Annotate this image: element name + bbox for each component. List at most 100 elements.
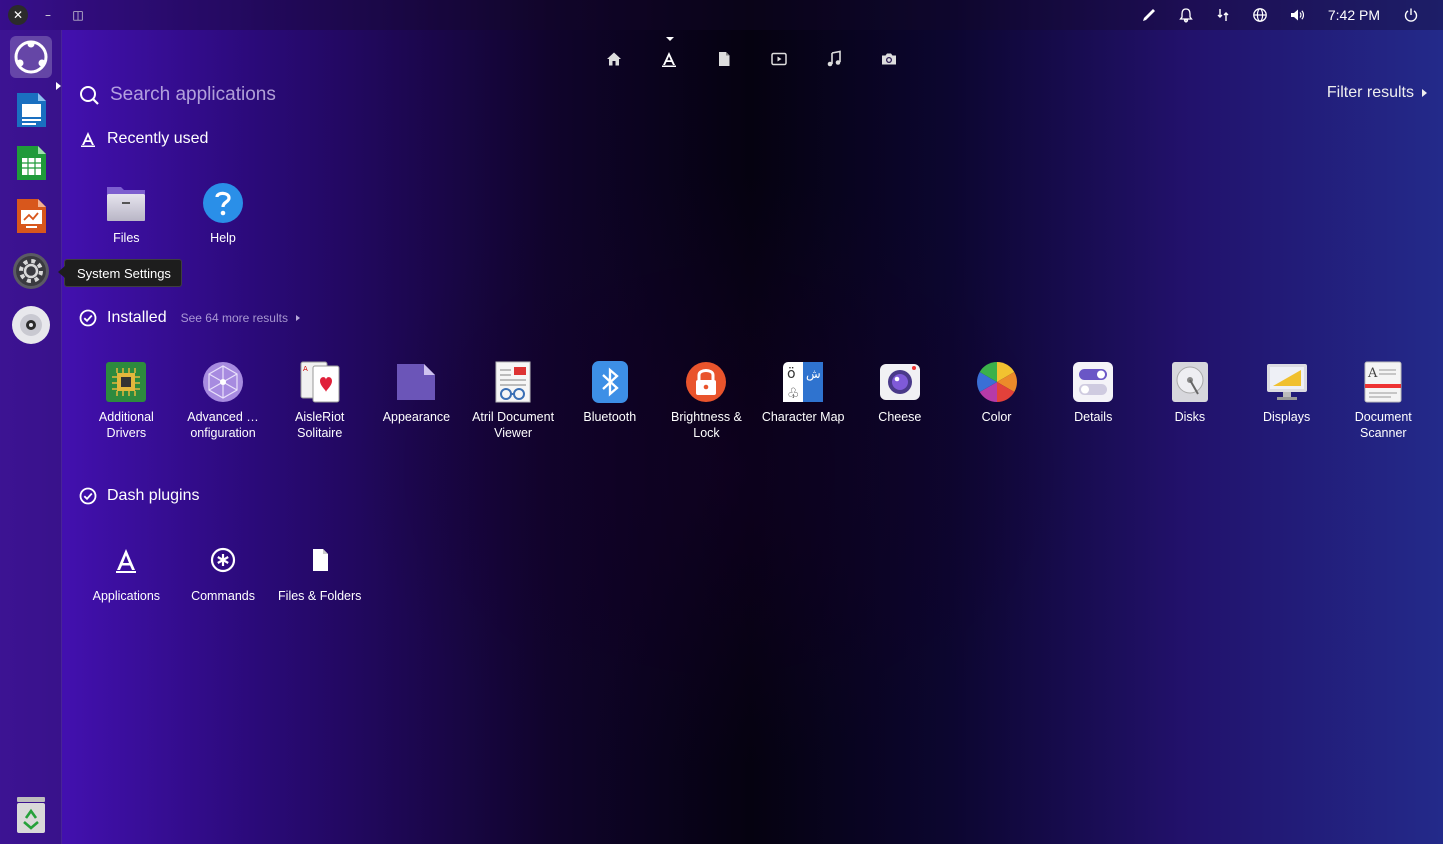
svg-text:A: A	[303, 365, 308, 373]
app-tile-aisleriot-solitaire[interactable]: A AisleRiot Solitaire	[271, 360, 368, 441]
plugin-label: Applications	[92, 589, 161, 603]
impress-icon	[17, 199, 46, 233]
bluetooth-icon	[591, 361, 628, 403]
plugin-tile-applications[interactable]: Applications	[78, 539, 175, 605]
plugin-label: Files & Folders	[278, 589, 362, 603]
chevron-right-icon	[1422, 89, 1427, 97]
appearance-icon	[397, 364, 436, 400]
see-more-results-link[interactable]: See 64 more results	[181, 311, 300, 325]
dash-home-button[interactable]	[10, 36, 52, 78]
libreoffice-writer-launcher[interactable]	[10, 89, 52, 131]
plugin-tile-files-folders[interactable]: Files & Folders	[271, 539, 368, 605]
app-tile-bluetooth[interactable]: Bluetooth	[561, 360, 658, 441]
plugins-grid: Applications Commands Files & Folders	[78, 539, 368, 605]
lens-bar	[598, 37, 905, 73]
bell-icon[interactable]	[1168, 0, 1205, 30]
app-tile-atril-document-viewer[interactable]: Atril Document Viewer	[465, 360, 562, 441]
lens-applications[interactable]	[653, 37, 685, 73]
clock[interactable]: 7:42 PM	[1316, 7, 1392, 23]
volume-icon[interactable]	[1279, 0, 1316, 30]
filter-results-label: Filter results	[1326, 84, 1414, 101]
restore-button[interactable]: ◫	[68, 5, 88, 25]
svg-text:ش: ش	[806, 367, 821, 382]
section-title: Recently used	[107, 130, 209, 147]
lens-home[interactable]	[598, 45, 630, 73]
app-tile-displays[interactable]: Displays	[1238, 360, 1335, 441]
indicator-area: 7:42 PM	[1131, 0, 1429, 30]
lens-video[interactable]	[763, 45, 795, 73]
document-viewer-icon	[495, 361, 531, 403]
camera-icon	[882, 53, 896, 65]
window-controls: ✕ – ◫	[8, 5, 88, 25]
home-icon	[607, 52, 621, 66]
video-icon	[771, 52, 787, 66]
filter-results-button[interactable]: Filter results	[1327, 84, 1427, 102]
check-circle-icon	[79, 309, 97, 327]
music-icon	[827, 50, 841, 67]
lens-music[interactable]	[818, 45, 850, 73]
chevron-right-icon	[295, 315, 300, 321]
libreoffice-impress-launcher[interactable]	[10, 195, 52, 237]
app-tile-brightness-lock[interactable]: Brightness & Lock	[658, 360, 755, 441]
app-tile-details[interactable]: Details	[1045, 360, 1142, 441]
calc-icon	[17, 146, 46, 180]
applications-icon	[116, 549, 137, 573]
help-icon	[203, 183, 244, 223]
app-tile-disks[interactable]: Disks	[1142, 360, 1239, 441]
webcam-icon	[879, 364, 920, 400]
system-settings-launcher[interactable]	[10, 250, 52, 292]
search-input[interactable]	[108, 83, 512, 107]
installed-grid: Additional Drivers Advanced … onfigurati…	[78, 360, 1432, 441]
file-icon	[312, 549, 328, 571]
network-sphere-icon	[203, 362, 244, 402]
app-tile-files[interactable]: Files	[78, 181, 175, 247]
file-icon	[719, 52, 730, 66]
lens-photos[interactable]	[873, 45, 905, 73]
applications-icon	[662, 52, 676, 67]
see-more-label: See 64 more results	[180, 311, 288, 325]
lens-files[interactable]	[708, 45, 740, 73]
svg-text:♧: ♧	[787, 386, 800, 402]
app-tile-color[interactable]: Color	[948, 360, 1045, 441]
app-tile-document-scanner[interactable]: A Document Scanner	[1335, 360, 1432, 441]
section-title: Installed	[107, 309, 167, 326]
pen-icon[interactable]	[1131, 0, 1168, 30]
app-tile-character-map[interactable]: ö ش ♧ Character Map	[755, 360, 852, 441]
app-label: Character Map	[761, 410, 845, 424]
trash-icon	[17, 797, 45, 833]
ubuntu-logo-icon	[14, 40, 48, 74]
app-label: Displays	[1262, 410, 1311, 424]
app-label: Additional Drivers	[98, 410, 154, 440]
app-tile-appearance[interactable]: Appearance	[368, 360, 465, 441]
dvd-launcher[interactable]	[10, 304, 52, 346]
asterisk-circle-icon	[210, 547, 236, 573]
recent-section-header: Recently used	[78, 129, 208, 149]
app-label: Color	[981, 410, 1012, 424]
writer-icon	[17, 93, 46, 127]
svg-text:ö: ö	[787, 366, 796, 382]
app-tile-advanced-configuration[interactable]: Advanced … onfiguration	[175, 360, 272, 441]
app-label: Advanced … onfiguration	[187, 410, 259, 440]
close-button[interactable]: ✕	[8, 5, 28, 25]
lock-icon	[686, 362, 727, 402]
svg-text:A: A	[1367, 366, 1378, 381]
app-label: Appearance	[382, 410, 451, 424]
app-label: Cheese	[878, 410, 922, 424]
libreoffice-calc-launcher[interactable]	[10, 142, 52, 184]
trash-launcher[interactable]	[10, 794, 52, 836]
minimize-button[interactable]: –	[38, 5, 58, 25]
app-label: Details	[1074, 410, 1113, 424]
power-icon[interactable]	[1392, 0, 1429, 30]
plugin-label: Commands	[191, 589, 255, 603]
globe-icon[interactable]	[1242, 0, 1279, 30]
plugin-tile-commands[interactable]: Commands	[175, 539, 272, 605]
color-wheel-icon	[976, 362, 1017, 402]
app-tile-help[interactable]: Help	[175, 181, 272, 247]
app-tile-additional-drivers[interactable]: Additional Drivers	[78, 360, 175, 441]
toggles-icon	[1073, 362, 1114, 402]
app-tile-cheese[interactable]: Cheese	[852, 360, 949, 441]
app-label: Brightness & Lock	[671, 410, 742, 440]
launcher	[0, 30, 62, 844]
network-icon[interactable]	[1205, 0, 1242, 30]
app-label: Bluetooth	[583, 410, 637, 424]
